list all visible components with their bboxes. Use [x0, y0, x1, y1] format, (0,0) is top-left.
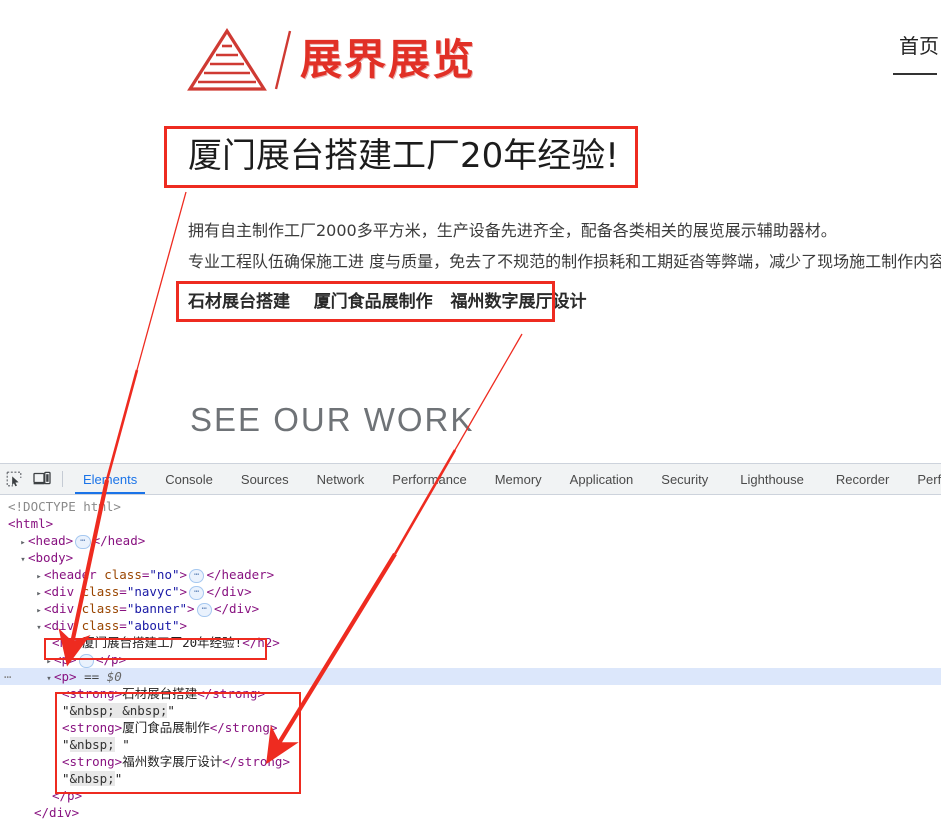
strong-3-text: 福州数字展厅设计: [122, 754, 223, 769]
collapsed-children-icon[interactable]: ⋯: [189, 569, 205, 583]
navyc-class-value: navyc: [134, 584, 172, 599]
collapsed-children-icon[interactable]: ⋯: [78, 654, 94, 668]
h2-text-content: 厦门展台搭建工厂20年经验!: [82, 635, 243, 650]
site-header: 展界展览 首页: [0, 0, 941, 110]
dom-row-text-entity-1[interactable]: "&nbsp; &nbsp;": [0, 702, 941, 719]
dom-row-strong-2[interactable]: <strong>厦门食品展制作</strong>: [0, 719, 941, 736]
devtools-toolbar: Elements Console Sources Network Perform…: [0, 464, 941, 495]
dom-row-p-selected[interactable]: ⋯ ▾ <p> == $0: [0, 668, 941, 685]
dom-row-p-close[interactable]: </p>: [0, 787, 941, 804]
nbsp-entity-2: &nbsp;: [69, 737, 115, 752]
tab-sources[interactable]: Sources: [227, 464, 303, 494]
collapsed-children-icon[interactable]: ⋯: [189, 586, 205, 600]
dom-row-head[interactable]: ▸ <head> ⋯ </head>: [0, 532, 941, 549]
tab-memory[interactable]: Memory: [481, 464, 556, 494]
dom-row-text-entity-3[interactable]: "&nbsp;": [0, 770, 941, 787]
nav-item-home[interactable]: 首页: [897, 30, 941, 59]
screenshot-root: 展界展览 首页 厦门展台搭建工厂20年经验! 拥有自主制作工厂2000多平方米，…: [0, 0, 941, 823]
devtools-panel: Elements Console Sources Network Perform…: [0, 463, 941, 823]
strong-2-text: 厦门食品展制作: [122, 720, 210, 735]
dom-row-div-banner[interactable]: ▸ <div class="banner"> ⋯ </div>: [0, 600, 941, 617]
dom-row-text-entity-2[interactable]: "&nbsp; ": [0, 736, 941, 753]
dom-row-div-close[interactable]: </div>: [0, 804, 941, 821]
about-strong-links: 石材展台搭建 厦门食品展制作 福州数字展厅设计: [188, 287, 586, 312]
strong-link-3[interactable]: 福州数字展厅设计: [450, 292, 586, 312]
strong-link-2[interactable]: 厦门食品展制作: [314, 292, 433, 312]
toolbar-divider: [62, 471, 63, 487]
tab-network[interactable]: Network: [303, 464, 379, 494]
body-open-tag: <body>: [28, 550, 74, 565]
dom-row-div-navyc[interactable]: ▸ <div class="navyc"> ⋯ </div>: [0, 583, 941, 600]
header-class-value: no: [156, 567, 172, 582]
strong-links-spacer-2: [439, 292, 445, 312]
tab-console[interactable]: Console: [151, 464, 227, 494]
banner-close-tag: </div>: [213, 601, 260, 616]
about-heading: 厦门展台搭建工厂20年经验!: [188, 136, 619, 176]
header-close-tag: </header>: [206, 567, 275, 582]
tab-lighthouse[interactable]: Lighthouse: [722, 464, 822, 494]
tab-recorder[interactable]: Recorder: [822, 464, 903, 494]
tab-performance-insights[interactable]: Performa: [903, 464, 941, 494]
dom-row-body[interactable]: ▾ <body>: [0, 549, 941, 566]
dom-row-strong-1[interactable]: <strong>石材展台搭建</strong>: [0, 685, 941, 702]
dom-tree[interactable]: <!DOCTYPE html> <html> ▸ <head> ⋯ </head> ▾…: [0, 495, 941, 821]
tab-performance[interactable]: Performance: [378, 464, 480, 494]
row-overflow-badge[interactable]: ⋯: [4, 669, 12, 686]
collapsed-children-icon[interactable]: ⋯: [75, 535, 91, 549]
main-navigation: 首页: [893, 30, 941, 75]
selected-node-ref: $0: [106, 669, 122, 684]
about-paragraph-line-2: 专业工程队伍确保施工进 度与质量，免去了不规范的制作损耗和工期延沓等弊端，减少了…: [188, 252, 941, 271]
dom-row-h2[interactable]: <h2>厦门展台搭建工厂20年经验!</h2>: [0, 634, 941, 651]
tab-elements[interactable]: Elements: [69, 464, 151, 494]
slash-divider-icon: [268, 27, 298, 93]
dom-row-p-collapsed[interactable]: ▸ <p> ⋯ </p>: [0, 651, 941, 668]
banner-class-value: banner: [134, 601, 180, 616]
see-our-work-title: SEE OUR WORK: [190, 401, 475, 438]
about-paragraph-line-1: 拥有自主制作工厂2000多平方米，生产设备先进齐全，配备各类相关的展览展示辅助器…: [188, 221, 837, 240]
p-close-tag: </p>: [96, 652, 127, 667]
dom-row-div-about[interactable]: ▾ <div class="about">: [0, 617, 941, 634]
dom-row-header[interactable]: ▸ <header class="no"> ⋯ </header>: [0, 566, 941, 583]
devtools-tabs: Elements Console Sources Network Perform…: [69, 464, 941, 494]
pyramid-logo-icon: [186, 27, 268, 93]
p-closing-tag: </p>: [52, 788, 83, 803]
nbsp-entity-1: &nbsp; &nbsp;: [69, 703, 168, 718]
tab-application[interactable]: Application: [556, 464, 648, 494]
about-class-value: about: [134, 618, 172, 633]
logo-wordmark: 展界展览: [300, 35, 477, 84]
navyc-close-tag: </div>: [206, 584, 252, 599]
nbsp-entity-3: &nbsp;: [69, 771, 115, 786]
nav-active-underline: [893, 73, 937, 75]
div-closing-tag: </div>: [34, 805, 80, 820]
dom-row-strong-3[interactable]: <strong>福州数字展厅设计</strong>: [0, 753, 941, 770]
strong-link-1[interactable]: 石材展台搭建: [188, 292, 290, 312]
collapsed-children-icon[interactable]: ⋯: [196, 603, 212, 617]
strong-links-spacer-1: [296, 292, 308, 312]
inspect-element-icon[interactable]: [0, 464, 28, 494]
browser-viewport: 展界展览 首页 厦门展台搭建工厂20年经验! 拥有自主制作工厂2000多平方米，…: [0, 0, 941, 463]
strong-1-text: 石材展台搭建: [122, 686, 198, 701]
selected-node-eq: ==: [84, 669, 100, 684]
site-logo[interactable]: 展界展览: [186, 24, 476, 96]
dom-row-doctype[interactable]: <!DOCTYPE html>: [0, 498, 941, 515]
head-close-tag: </head>: [92, 533, 146, 548]
tab-security[interactable]: Security: [647, 464, 722, 494]
device-toolbar-icon[interactable]: [28, 464, 56, 494]
html-open-tag: <html>: [8, 516, 54, 531]
dom-row-html[interactable]: <html>: [0, 515, 941, 532]
doctype-text: <!DOCTYPE html>: [8, 499, 121, 514]
